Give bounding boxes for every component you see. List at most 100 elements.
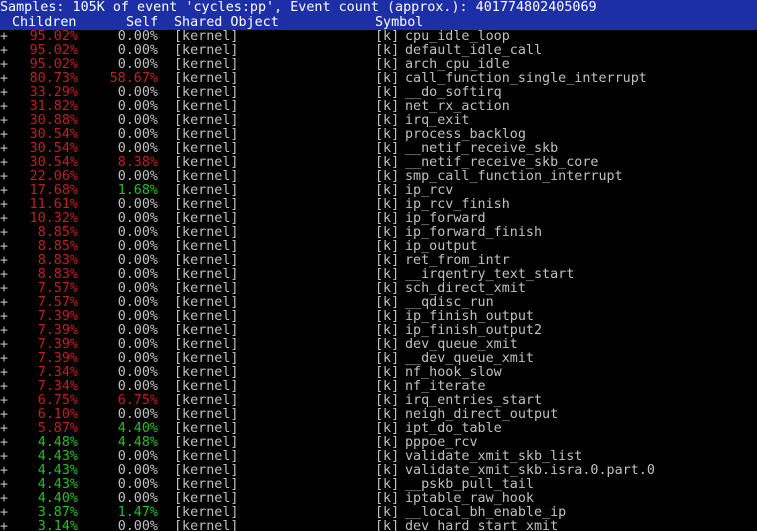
table-row[interactable]: +4.43% 0.00% [kernel] [k] validate_xmit_skb_… (0, 450, 757, 464)
children-percent: 33.29% (29, 86, 78, 100)
expand-toggle[interactable]: + (0, 352, 8, 366)
table-row[interactable]: +4.43% 0.00% [kernel] [k] __pskb_pull_tail (0, 478, 757, 492)
symbol-column-header[interactable]: Symbol (375, 16, 423, 30)
expand-toggle[interactable]: + (0, 142, 8, 156)
expand-toggle[interactable]: + (0, 170, 8, 184)
expand-toggle[interactable]: + (0, 86, 8, 100)
table-row[interactable]: +6.10% 0.00% [kernel] [k] neigh_direct_outpu… (0, 408, 757, 422)
table-row[interactable]: +31.82% 0.00% [kernel] [k] net_rx_action (0, 100, 757, 114)
expand-toggle[interactable]: + (0, 156, 8, 170)
table-row[interactable]: +8.83% 0.00% [kernel] [k] __irqentry_text_st… (0, 268, 757, 282)
symbol-name: ip_rcv_finish (405, 198, 510, 212)
table-row[interactable]: +10.32% 0.00% [kernel] [k] ip_forward (0, 212, 757, 226)
table-row[interactable]: +8.83% 0.00% [kernel] [k] ret_from_intr (0, 254, 757, 268)
expand-toggle[interactable]: + (0, 408, 8, 422)
expand-toggle[interactable]: + (0, 324, 8, 338)
table-row[interactable]: +7.39% 0.00% [kernel] [k] __dev_queue_xmit (0, 352, 757, 366)
shared-object: [kernel] (174, 422, 239, 436)
table-row[interactable]: +4.43% 0.00% [kernel] [k] validate_xmit_skb.… (0, 464, 757, 478)
expand-toggle[interactable]: + (0, 198, 8, 212)
children-percent: 7.39% (37, 352, 78, 366)
symbol-name: ip_finish_output2 (405, 324, 543, 338)
self-percent: 6.75% (117, 394, 158, 408)
table-row[interactable]: +4.48% 4.48% [kernel] [k] pppoe_rcv (0, 436, 757, 450)
table-row[interactable]: +30.88% 0.00% [kernel] [k] irq_exit (0, 114, 757, 128)
symbol-level: [k] (375, 492, 400, 506)
table-row[interactable]: +7.34% 0.00% [kernel] [k] nf_hook_slow (0, 366, 757, 380)
table-row[interactable]: +4.40% 0.00% [kernel] [k] iptable_raw_hook (0, 492, 757, 506)
expand-toggle[interactable]: + (0, 520, 8, 531)
table-row[interactable]: +22.06% 0.00% [kernel] [k] smp_call_function… (0, 170, 757, 184)
expand-toggle[interactable]: + (0, 100, 8, 114)
expand-toggle[interactable]: + (0, 128, 8, 142)
expand-toggle[interactable]: + (0, 478, 8, 492)
table-row[interactable]: +7.39% 0.00% [kernel] [k] dev_queue_xmit (0, 338, 757, 352)
expand-toggle[interactable]: + (0, 422, 8, 436)
expand-toggle[interactable]: + (0, 240, 8, 254)
table-row[interactable]: +7.57% 0.00% [kernel] [k] sch_direct_xmit (0, 282, 757, 296)
expand-toggle[interactable]: + (0, 184, 8, 198)
table-row[interactable]: +7.39% 0.00% [kernel] [k] ip_finish_output (0, 310, 757, 324)
self-percent: 0.00% (117, 170, 158, 184)
expand-toggle[interactable]: + (0, 268, 8, 282)
table-row[interactable]: +3.87% 1.47% [kernel] [k] __local_bh_enable_… (0, 506, 757, 520)
expand-toggle[interactable]: + (0, 450, 8, 464)
children-percent: 4.43% (37, 450, 78, 464)
shared-object: [kernel] (174, 366, 239, 380)
table-row[interactable]: +95.02% 0.00% [kernel] [k] arch_cpu_idle (0, 58, 757, 72)
table-row[interactable]: +8.85% 0.00% [kernel] [k] ip_output (0, 240, 757, 254)
expand-toggle[interactable]: + (0, 212, 8, 226)
expand-toggle[interactable]: + (0, 226, 8, 240)
expand-toggle[interactable]: + (0, 44, 8, 58)
expand-toggle[interactable]: + (0, 366, 8, 380)
table-row[interactable]: +80.73% 58.67% [kernel] [k] call_function_si… (0, 72, 757, 86)
expand-toggle[interactable]: + (0, 492, 8, 506)
shared-object: [kernel] (174, 44, 239, 58)
expand-toggle[interactable]: + (0, 464, 8, 478)
symbol-level: [k] (375, 394, 400, 408)
expand-toggle[interactable]: + (0, 338, 8, 352)
shared-object: [kernel] (174, 282, 239, 296)
symbol-level: [k] (375, 30, 400, 44)
expand-toggle[interactable]: + (0, 72, 8, 86)
expand-toggle[interactable]: + (0, 436, 8, 450)
expand-toggle[interactable]: + (0, 58, 8, 72)
table-row[interactable]: +17.68% 1.68% [kernel] [k] ip_rcv (0, 184, 757, 198)
expand-toggle[interactable]: + (0, 380, 8, 394)
expand-toggle[interactable]: + (0, 310, 8, 324)
table-row[interactable]: +7.34% 0.00% [kernel] [k] nf_iterate (0, 380, 757, 394)
self-percent: 0.00% (117, 198, 158, 212)
table-row[interactable]: +3.14% 0.00% [kernel] [k] dev_hard_start_xmi… (0, 520, 757, 531)
expand-toggle[interactable]: + (0, 254, 8, 268)
symbol-name: pppoe_rcv (405, 436, 478, 450)
table-row[interactable]: +5.87% 4.40% [kernel] [k] ipt_do_table (0, 422, 757, 436)
expand-toggle[interactable]: + (0, 506, 8, 520)
table-row[interactable]: +11.61% 0.00% [kernel] [k] ip_rcv_finish (0, 198, 757, 212)
children-percent: 22.06% (29, 170, 78, 184)
table-row[interactable]: +7.57% 0.00% [kernel] [k] __qdisc_run (0, 296, 757, 310)
expand-toggle[interactable]: + (0, 30, 8, 44)
symbol-level: [k] (375, 58, 400, 72)
table-row[interactable]: +6.75% 6.75% [kernel] [k] irq_entries_start (0, 394, 757, 408)
table-row[interactable]: +30.54% 0.00% [kernel] [k] __netif_receive_s… (0, 142, 757, 156)
shared-object-column-header[interactable]: Shared Object (174, 16, 279, 30)
self-column-header[interactable]: Self (126, 16, 158, 30)
table-row[interactable]: +8.85% 0.00% [kernel] [k] ip_forward_finish (0, 226, 757, 240)
table-row[interactable]: +33.29% 0.00% [kernel] [k] __do_softirq (0, 86, 757, 100)
shared-object: [kernel] (174, 506, 239, 520)
symbol-level: [k] (375, 212, 400, 226)
self-percent: 0.00% (117, 212, 158, 226)
table-row[interactable]: +95.02% 0.00% [kernel] [k] default_idle_call (0, 44, 757, 58)
table-row[interactable]: +30.54% 8.38% [kernel] [k] __netif_receive_s… (0, 156, 757, 170)
table-row[interactable]: +30.54% 0.00% [kernel] [k] process_backlog (0, 128, 757, 142)
symbol-name: ip_finish_output (405, 310, 534, 324)
expand-toggle[interactable]: + (0, 394, 8, 408)
expand-toggle[interactable]: + (0, 296, 8, 310)
children-column-header[interactable]: Children (12, 16, 77, 30)
call-graph-list: +95.02% 0.00% [kernel] [k] cpu_idle_loop +95.… (0, 30, 757, 531)
table-row[interactable]: +7.39% 0.00% [kernel] [k] ip_finish_output2 (0, 324, 757, 338)
expand-toggle[interactable]: + (0, 282, 8, 296)
children-percent: 7.57% (37, 296, 78, 310)
expand-toggle[interactable]: + (0, 114, 8, 128)
table-row[interactable]: +95.02% 0.00% [kernel] [k] cpu_idle_loop (0, 30, 757, 44)
